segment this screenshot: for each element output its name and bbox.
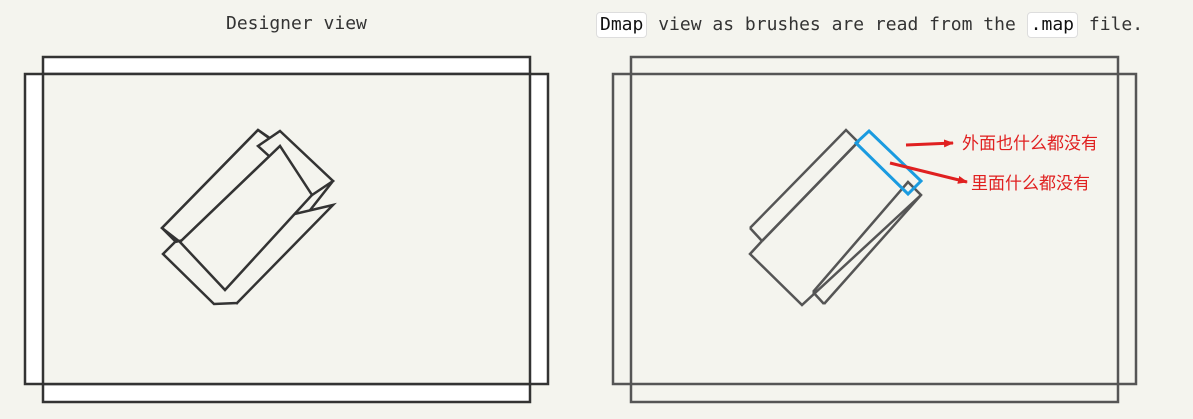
dmap-brush-bottom-inner	[812, 291, 825, 305]
dmap-view-diagram: 外面也什么都没有 里面什么都没有	[611, 55, 1138, 404]
dmap-brush-left-cap	[749, 227, 763, 242]
arrow-inside	[889, 161, 968, 184]
annotation-outside-text: 外面也什么都没有	[962, 134, 1098, 154]
dmap-brush-inner-left-edge	[761, 141, 859, 242]
designer-view-diagram	[23, 55, 550, 404]
annotation-inside-text: 里面什么都没有	[971, 174, 1090, 194]
arrow-outside	[905, 139, 954, 148]
dmap-outer-brush-horizontal	[611, 72, 1138, 386]
diagram-canvas: 外面也什么都没有 里面什么都没有	[23, 55, 1138, 404]
dmap-brush-bottom-edge	[823, 194, 922, 305]
dmap-brush-left-strip	[749, 128, 860, 242]
dmap-outer-brush-vertical	[629, 55, 1120, 404]
